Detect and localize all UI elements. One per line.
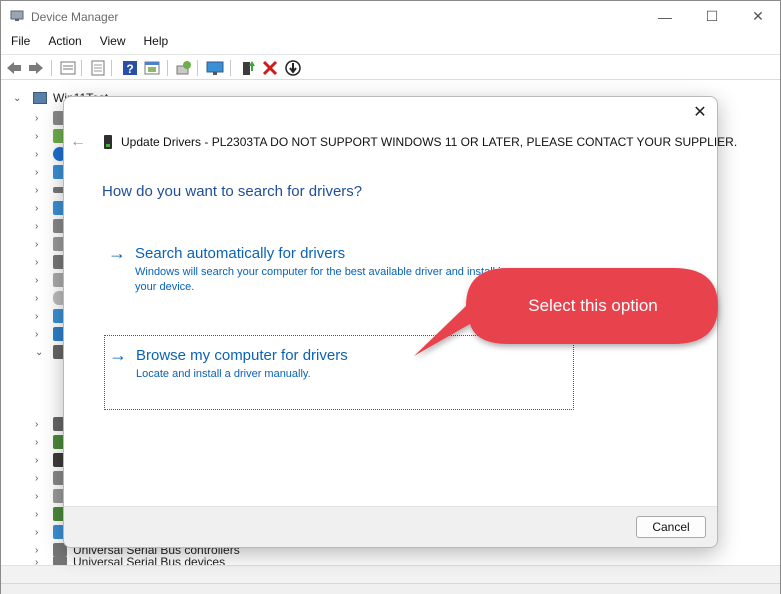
chevron-right-icon: › [35,436,39,448]
chevron-right-icon: › [35,220,39,232]
update-driver-icon[interactable] [239,59,257,77]
device-manager-icon [10,10,24,21]
dialog-back-button[interactable]: ← [70,133,86,151]
dialog-close-button[interactable]: ✕ [689,101,711,123]
horizontal-scrollbar[interactable] [1,565,780,583]
chevron-right-icon: › [35,256,39,268]
monitor-icon[interactable] [206,59,224,77]
chevron-right-icon: › [35,472,39,484]
chevron-right-icon: › [35,328,39,340]
window-title: Device Manager [31,10,119,24]
arrow-right-icon: → [109,345,127,365]
cancel-button[interactable]: Cancel [636,516,706,538]
computer-icon [33,92,47,104]
uninstall-icon[interactable] [261,59,279,77]
svg-text:?: ? [126,62,133,76]
properties-icon[interactable] [59,59,77,77]
scan-hardware-icon[interactable] [175,59,193,77]
chevron-right-icon: › [35,130,39,142]
toolbar: ? [1,54,780,80]
title-bar: Device Manager — ☐ ✕ [1,1,780,32]
dialog-heading: How do you want to search for drivers? [102,183,363,200]
option-title: Search automatically for drivers [135,245,346,262]
chevron-right-icon: › [35,112,39,124]
forward-icon[interactable] [27,59,45,77]
chevron-down-icon: ⌄ [35,346,44,358]
close-button[interactable]: ✕ [735,1,781,32]
disable-icon[interactable] [284,59,302,77]
chevron-right-icon: › [35,274,39,286]
chevron-right-icon: › [35,454,39,466]
menu-help[interactable]: Help [134,32,177,53]
minimize-button[interactable]: — [642,1,688,32]
usb-serial-device-icon [104,135,112,149]
chevron-right-icon: › [35,508,39,520]
status-bar [1,583,780,594]
option-title: Browse my computer for drivers [136,347,348,364]
chevron-right-icon: › [35,310,39,322]
chevron-right-icon: › [35,490,39,502]
chevron-right-icon: › [35,526,39,538]
back-icon[interactable] [5,59,23,77]
chevron-right-icon: › [35,184,39,196]
arrow-right-icon: → [108,243,126,263]
chevron-right-icon: › [35,418,39,430]
menu-action[interactable]: Action [38,32,89,53]
dialog-footer: Cancel [64,506,717,547]
menu-bar: File Action View Help [1,32,780,53]
callout-bubble [414,268,718,356]
chevron-right-icon: › [35,202,39,214]
help-icon[interactable]: ? [121,59,139,77]
chevron-right-icon: › [35,166,39,178]
callout-text: Select this option [528,296,658,315]
menu-view[interactable]: View [90,32,134,53]
chevron-right-icon: › [35,292,39,304]
chevron-right-icon: › [35,238,39,250]
chevron-right-icon: › [35,544,39,556]
option-description: Locate and install a driver manually. [136,368,311,380]
menu-file[interactable]: File [1,32,38,53]
chevron-right-icon: › [35,148,39,160]
chevron-down-icon: ⌄ [13,92,22,104]
dialog-title: Update Drivers - PL2303TA DO NOT SUPPORT… [121,135,738,149]
computer-view-icon[interactable] [89,59,107,77]
action-view-icon[interactable] [143,59,161,77]
maximize-button[interactable]: ☐ [689,1,735,32]
